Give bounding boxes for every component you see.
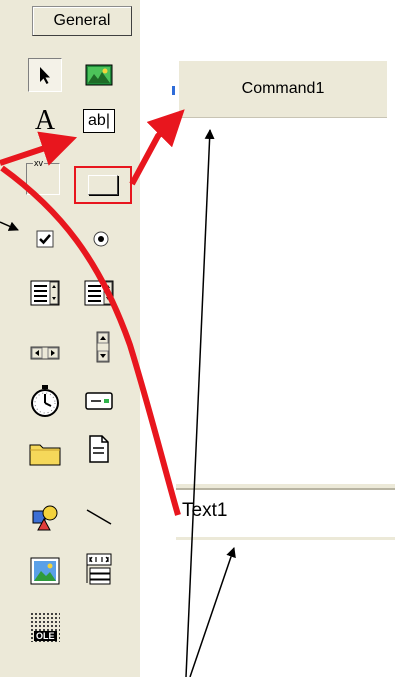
option-button-tool[interactable] xyxy=(84,222,118,256)
vscroll-icon xyxy=(96,331,110,363)
frame-icon-label: xv xyxy=(33,158,44,168)
timer-icon xyxy=(31,385,59,417)
ole-icon-label: OLE xyxy=(34,631,57,641)
command1-button[interactable]: Command1 xyxy=(178,60,387,118)
image-tool[interactable] xyxy=(28,554,62,588)
vscroll-bar-tool[interactable] xyxy=(86,330,120,364)
picture-box-icon xyxy=(85,64,113,86)
label-tool[interactable]: A xyxy=(28,104,62,138)
drive-icon xyxy=(85,392,113,410)
pointer-icon xyxy=(40,67,50,84)
hscroll-bar-tool[interactable] xyxy=(28,336,62,370)
textbox-tool[interactable]: ab| xyxy=(82,104,116,138)
picture-box-tool[interactable] xyxy=(82,58,116,92)
black-arrow-to-textbox xyxy=(189,547,236,677)
frame-tool[interactable]: xv xyxy=(26,158,60,196)
image-icon xyxy=(30,557,60,585)
timer-tool[interactable] xyxy=(28,384,62,418)
line-tool[interactable] xyxy=(82,500,116,534)
data-icon xyxy=(86,553,112,585)
data-tool[interactable] xyxy=(82,552,116,586)
hscroll-icon xyxy=(30,346,60,360)
textbox-icon: ab| xyxy=(83,109,115,133)
option-button-icon xyxy=(93,231,109,247)
shape-icon xyxy=(32,505,58,531)
file-list-box-tool[interactable] xyxy=(82,432,116,466)
ole-tool[interactable]: OLE xyxy=(28,610,62,644)
command-button-tool[interactable] xyxy=(74,166,132,204)
combo-box-icon xyxy=(30,280,60,306)
line-icon xyxy=(86,509,112,525)
toolbox-title-general[interactable]: General xyxy=(32,6,132,36)
frame-icon: xv xyxy=(26,158,60,195)
black-arrow-to-command xyxy=(185,129,215,677)
text1-textbox[interactable]: Text1 xyxy=(176,484,395,540)
list-box-tool[interactable] xyxy=(82,276,116,310)
text1-value: Text1 xyxy=(182,500,228,521)
combo-box-tool[interactable] xyxy=(28,276,62,310)
list-box-icon xyxy=(84,280,114,306)
selection-handle xyxy=(172,86,175,95)
label-icon: A xyxy=(34,105,56,136)
checkbox-icon xyxy=(36,230,54,248)
toolbox-panel: General A ab| xv OLE xyxy=(0,0,140,677)
file-icon xyxy=(89,435,109,463)
checkbox-tool[interactable] xyxy=(28,222,62,256)
pointer-tool[interactable] xyxy=(28,58,62,92)
dir-list-box-tool[interactable] xyxy=(28,436,62,470)
shape-tool[interactable] xyxy=(28,500,62,534)
folder-icon xyxy=(29,444,61,466)
command-button-icon xyxy=(88,175,118,195)
ole-icon: OLE xyxy=(30,612,60,642)
drive-list-box-tool[interactable] xyxy=(82,384,116,418)
